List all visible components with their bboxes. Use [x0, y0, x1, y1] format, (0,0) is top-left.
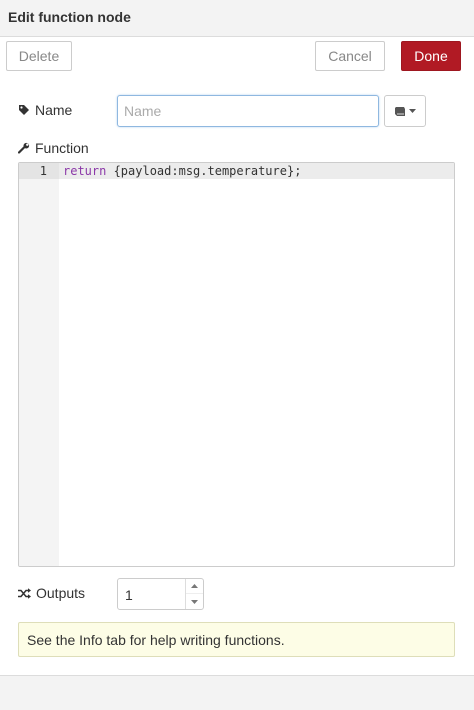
code-text: {payload:msg.temperature};: [106, 164, 302, 178]
wrench-icon: [18, 142, 30, 154]
outputs-label-row: Outputs: [18, 585, 85, 601]
dialog-footer: [0, 675, 474, 710]
code-editor[interactable]: 1 return {payload:msg.temperature};: [18, 162, 455, 567]
name-label: Name: [35, 102, 73, 118]
library-button[interactable]: [384, 95, 426, 127]
cancel-button[interactable]: Cancel: [315, 41, 385, 71]
spinner-down-button[interactable]: [186, 594, 203, 609]
line-number: 1: [39, 164, 47, 178]
shuffle-icon: [18, 587, 31, 599]
caret-down-icon: [409, 108, 416, 113]
spinner-up-button[interactable]: [186, 579, 203, 594]
caret-up-icon: [191, 584, 198, 588]
help-tip: See the Info tab for help writing functi…: [18, 622, 455, 657]
caret-down-icon: [191, 599, 198, 604]
done-button[interactable]: Done: [401, 41, 461, 71]
editor-gutter: [19, 163, 59, 566]
function-label: Function: [35, 140, 89, 156]
outputs-label: Outputs: [36, 585, 86, 601]
dialog-titlebar: Edit function node: [0, 0, 474, 37]
dialog-title: Edit function node: [8, 9, 131, 25]
book-icon: [395, 106, 405, 116]
tag-icon: [19, 105, 29, 115]
name-input[interactable]: [117, 95, 379, 127]
name-label-row: Name: [18, 102, 72, 118]
code-line: return {payload:msg.temperature};: [63, 164, 301, 178]
code-keyword: return: [63, 164, 107, 178]
outputs-spinner: [185, 579, 203, 609]
function-label-row: Function: [18, 140, 89, 156]
outputs-stepper[interactable]: 1: [117, 578, 204, 610]
delete-button[interactable]: Delete: [6, 41, 72, 71]
outputs-value[interactable]: 1: [125, 587, 133, 603]
